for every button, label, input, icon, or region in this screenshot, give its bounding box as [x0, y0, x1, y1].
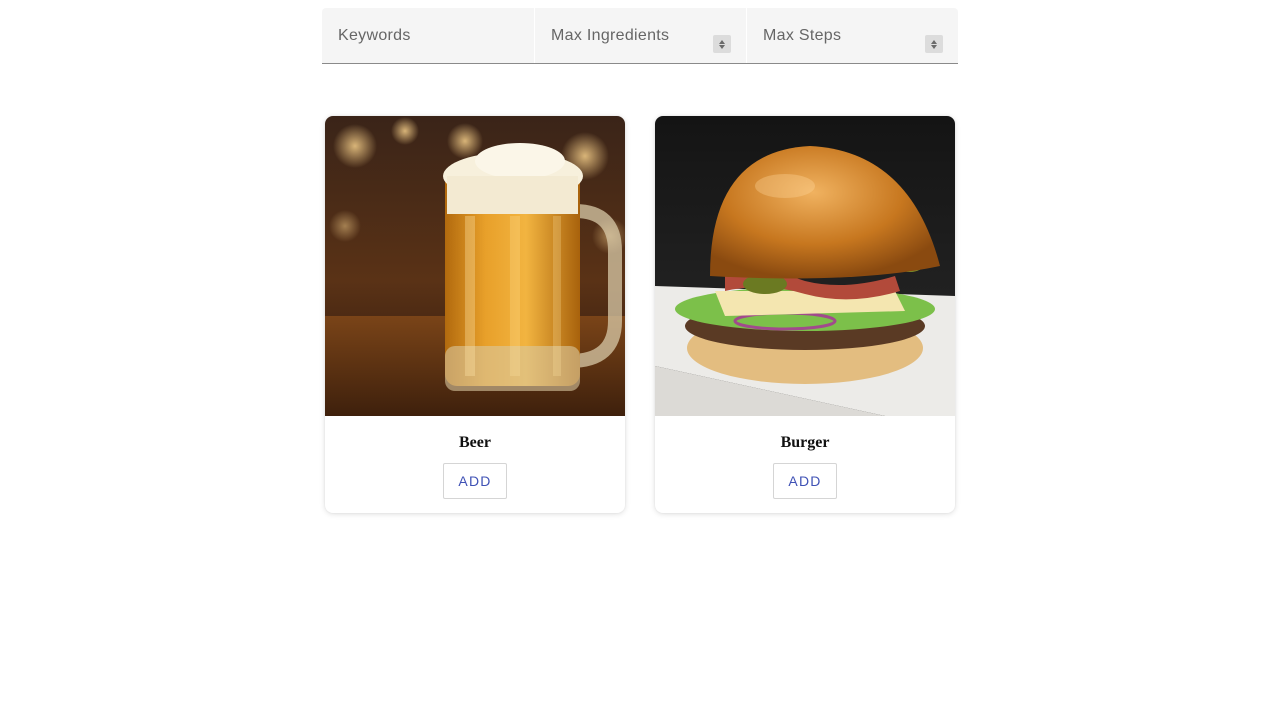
- add-button[interactable]: ADD: [773, 463, 837, 499]
- max-ingredients-stepper[interactable]: [713, 35, 731, 53]
- keywords-input[interactable]: [322, 8, 534, 63]
- chevron-down-icon: [931, 44, 937, 49]
- chevron-down-icon: [719, 44, 725, 49]
- beer-image: [325, 116, 625, 416]
- max-steps-stepper[interactable]: [925, 35, 943, 53]
- chevron-up-icon: [719, 39, 725, 44]
- add-button[interactable]: ADD: [443, 463, 507, 499]
- page: Beer ADD: [0, 0, 1280, 720]
- recipe-title: Beer: [459, 434, 491, 451]
- recipe-title: Burger: [780, 434, 830, 451]
- filter-bar: [322, 8, 958, 64]
- keywords-field: [322, 8, 534, 63]
- recipe-list: Beer ADD Burger ADD: [325, 116, 955, 513]
- recipe-card: Beer ADD: [325, 116, 625, 513]
- chevron-up-icon: [931, 39, 937, 44]
- recipe-card: Burger ADD: [655, 116, 955, 513]
- max-steps-field: [746, 8, 958, 63]
- burger-image: [655, 116, 955, 416]
- max-ingredients-field: [534, 8, 746, 63]
